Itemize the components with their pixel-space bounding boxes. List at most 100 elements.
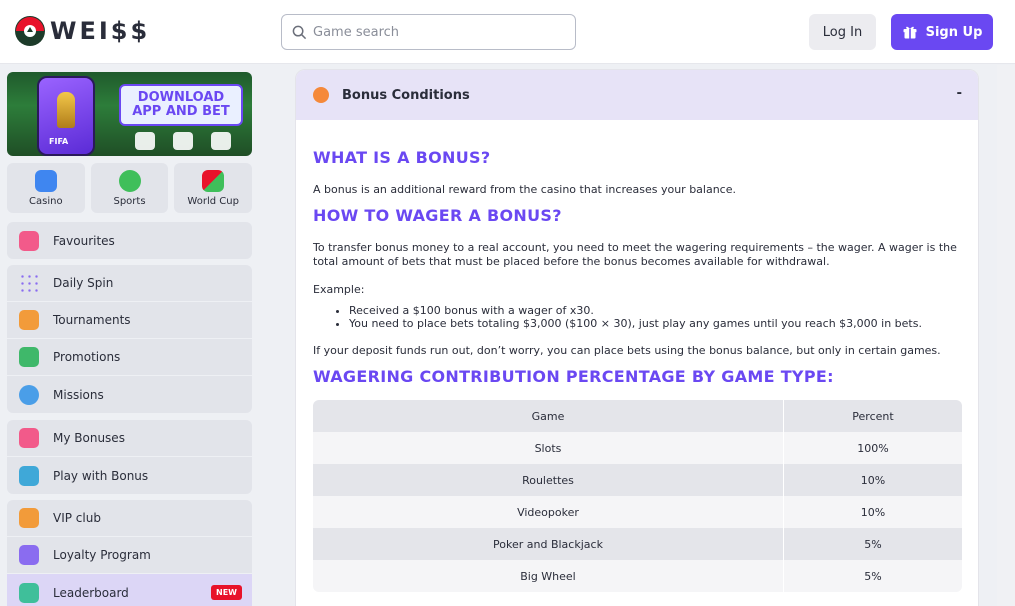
joystick-icon xyxy=(19,465,39,486)
windows-icon xyxy=(173,132,193,150)
soccer-ball-icon xyxy=(118,169,141,192)
sidebar-item-label: Play with Bonus xyxy=(53,468,149,483)
category-tiles: Casino Sports World Cup xyxy=(7,163,253,213)
sidebar-item-missions[interactable]: Missions xyxy=(7,376,252,413)
contribution-table: Game Percent Slots 100% Roulettes 10% Vi… xyxy=(313,400,962,592)
sidebar-group-favourites: Favourites xyxy=(7,222,252,259)
sidebar-item-daily-spin[interactable]: Daily Spin xyxy=(7,265,252,302)
loyalty-icon xyxy=(19,545,39,565)
category-label: Casino xyxy=(29,195,63,207)
download-cta: DOWNLOAD APP AND BET xyxy=(119,84,243,126)
sidebar-item-play-with-bonus[interactable]: Play with Bonus xyxy=(7,457,252,494)
list-item: Received a $100 bonus with a wager of x3… xyxy=(349,304,961,317)
sidebar-item-vip-club[interactable]: VIP club xyxy=(7,500,252,537)
cell-percent: 10% xyxy=(860,473,886,487)
page-scrollbar[interactable] xyxy=(997,65,1015,606)
search-icon xyxy=(292,25,307,39)
top-header: WEI$$ Log In Sign Up xyxy=(0,0,1015,64)
search-input[interactable] xyxy=(313,24,563,40)
table-header-row: Game Percent xyxy=(313,400,962,432)
casino-icon xyxy=(34,169,57,192)
sidebar-item-label: Leaderboard xyxy=(53,585,129,600)
world-cup-icon xyxy=(202,169,225,192)
sidebar-item-label: Favourites xyxy=(53,233,115,248)
sidebar-group-loyalty: VIP club Loyalty Program Leaderboard NEW xyxy=(7,500,252,606)
sidebar-group-bonuses: My Bonuses Play with Bonus xyxy=(7,420,252,494)
target-icon xyxy=(19,384,39,405)
status-dot xyxy=(313,87,329,103)
cell-percent: 10% xyxy=(860,505,886,519)
search-box[interactable] xyxy=(281,14,576,50)
heading-what-is-bonus: WHAT IS A BONUS? xyxy=(313,148,491,167)
main-content: Bonus Conditions - WHAT IS A BONUS? A bo… xyxy=(260,65,997,606)
table-row: Big Wheel 5% xyxy=(313,560,962,592)
category-casino[interactable]: Casino xyxy=(7,163,85,213)
cell-game: Roulettes xyxy=(313,464,784,496)
sidebar-item-loyalty-program[interactable]: Loyalty Program xyxy=(7,537,252,574)
sidebar-item-label: My Bonuses xyxy=(53,431,125,445)
login-button[interactable]: Log In xyxy=(809,14,876,50)
sidebar-item-label: Tournaments xyxy=(53,313,131,327)
brand-logo[interactable]: WEI$$ xyxy=(14,14,150,48)
trophy-icon xyxy=(57,92,75,128)
table-row: Slots 100% xyxy=(313,432,962,464)
panel-header[interactable]: Bonus Conditions - xyxy=(296,70,978,120)
gift-icon xyxy=(903,26,917,39)
heading-how-to-wager: HOW TO WAGER A BONUS? xyxy=(313,206,562,225)
table-row: Videopoker 10% xyxy=(313,496,962,528)
logo-icon xyxy=(15,16,45,46)
paragraph-bonus-balance: If your deposit funds run out, don’t wor… xyxy=(313,344,941,357)
panel-body: WHAT IS A BONUS? A bonus is an additiona… xyxy=(296,120,978,592)
cell-percent: 5% xyxy=(864,537,882,551)
cell-game: Big Wheel xyxy=(313,560,784,592)
cta-line2: APP AND BET xyxy=(132,104,230,119)
column-header-percent: Percent xyxy=(783,400,962,432)
sidebar-item-label: Loyalty Program xyxy=(53,548,151,562)
category-label: Sports xyxy=(113,195,146,207)
leaderboard-icon xyxy=(19,582,39,603)
fifa-label: FIFA xyxy=(49,137,69,146)
sidebar-item-label: Missions xyxy=(53,387,104,402)
sidebar-item-label: VIP club xyxy=(53,511,101,525)
list-item: You need to place bets totaling $3,000 (… xyxy=(349,317,961,330)
sidebar-item-leaderboard[interactable]: Leaderboard NEW xyxy=(7,574,252,606)
example-list: Received a $100 bonus with a wager of x3… xyxy=(349,304,961,330)
paragraph-bonus-definition: A bonus is an additional reward from the… xyxy=(313,183,736,196)
cell-percent: 100% xyxy=(857,441,889,455)
percent-ticket-icon xyxy=(19,347,39,367)
signup-button[interactable]: Sign Up xyxy=(891,14,993,50)
panel-title: Bonus Conditions xyxy=(342,87,470,103)
category-label: World Cup xyxy=(187,195,239,207)
trophy-icon xyxy=(19,310,39,330)
signup-label: Sign Up xyxy=(925,24,983,40)
cell-game: Videopoker xyxy=(313,496,784,528)
bonus-conditions-panel: Bonus Conditions - WHAT IS A BONUS? A bo… xyxy=(295,69,979,606)
logo-wordmark: WEI$$ xyxy=(50,17,151,45)
column-header-game: Game xyxy=(313,400,784,432)
sidebar: FIFA DOWNLOAD APP AND BET Casino Sports … xyxy=(0,65,259,606)
vip-icon xyxy=(19,508,39,528)
example-label: Example: xyxy=(313,283,365,296)
sidebar-item-favourites[interactable]: Favourites xyxy=(7,222,252,259)
android-icon xyxy=(211,132,231,150)
download-app-banner[interactable]: FIFA DOWNLOAD APP AND BET xyxy=(7,72,252,156)
cell-game: Poker and Blackjack xyxy=(313,528,784,560)
table-row: Roulettes 10% xyxy=(313,464,962,496)
new-badge: NEW xyxy=(211,585,242,600)
sidebar-item-label: Promotions xyxy=(53,350,121,364)
category-world-cup[interactable]: World Cup xyxy=(174,163,253,213)
cell-percent: 5% xyxy=(864,569,882,583)
collapse-button[interactable]: - xyxy=(957,84,962,102)
heart-icon xyxy=(19,230,39,251)
heading-contribution: WAGERING CONTRIBUTION PERCENTAGE BY GAME… xyxy=(313,367,834,386)
category-sports[interactable]: Sports xyxy=(90,163,169,213)
sidebar-item-promotions[interactable]: Promotions xyxy=(7,339,252,376)
platform-icons xyxy=(135,132,231,150)
gift-icon xyxy=(19,428,39,448)
paragraph-wager-explanation: To transfer bonus money to a real accoun… xyxy=(313,241,957,268)
sidebar-item-tournaments[interactable]: Tournaments xyxy=(7,302,252,339)
sidebar-group-activities: Daily Spin Tournaments Promotions Missio… xyxy=(7,265,252,413)
sidebar-item-my-bonuses[interactable]: My Bonuses xyxy=(7,420,252,457)
sidebar-item-label: Daily Spin xyxy=(53,276,114,290)
table-row: Poker and Blackjack 5% xyxy=(313,528,962,560)
